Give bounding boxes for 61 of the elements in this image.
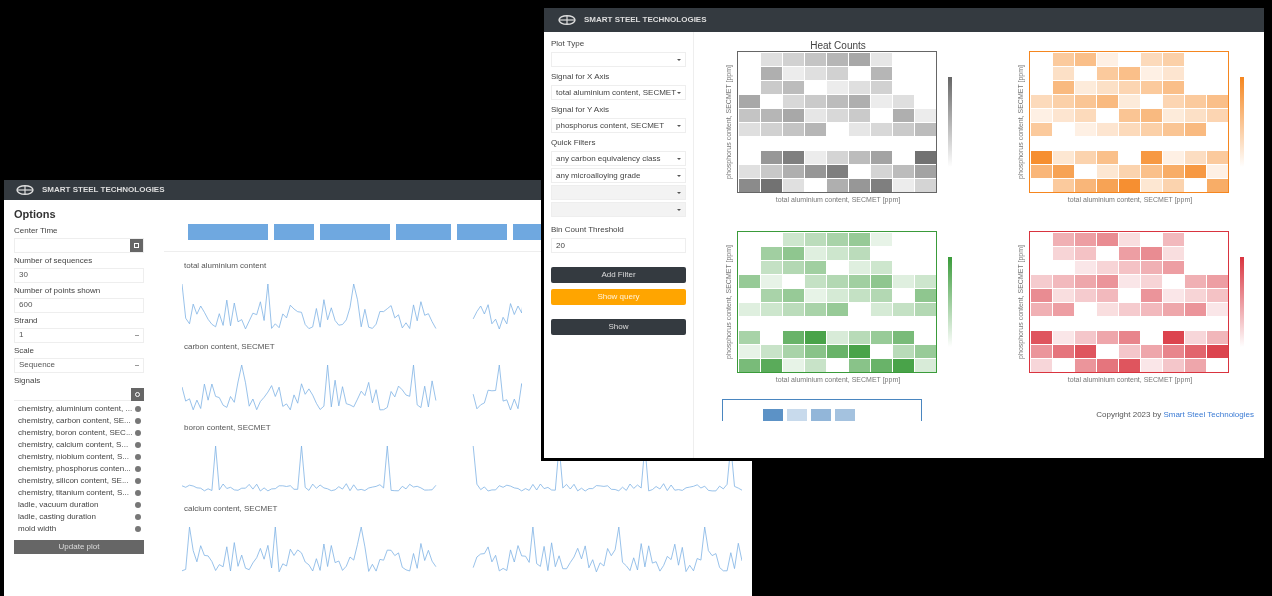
signal-item[interactable]: ladle, vacuum duration (14, 498, 144, 511)
heatmap-cell (811, 409, 831, 421)
input-field[interactable]: 1 (14, 327, 144, 343)
input-field[interactable]: 20 (551, 238, 686, 253)
signal-item[interactable]: mold width (14, 522, 144, 535)
heatmap-cell (787, 409, 807, 421)
action-button[interactable]: Add Filter (551, 267, 686, 283)
caret-icon (677, 157, 681, 160)
chart-title: total aluminium content (184, 260, 267, 272)
signal-item[interactable]: chemistry, aluminium content, ... (14, 402, 144, 415)
field-label: Signals (14, 375, 42, 386)
copyright-text: Copyright 2023 by Smart Steel Technologies (1096, 409, 1254, 421)
input-field[interactable] (14, 237, 144, 253)
signal-item[interactable]: chemistry, carbon content, SE... (14, 414, 144, 427)
input-field[interactable]: 30 (14, 267, 144, 283)
settings-icon[interactable] (131, 387, 144, 401)
caret-icon (677, 208, 681, 211)
caret-icon (677, 124, 681, 127)
signal-item[interactable]: chemistry, niobium content, S... (14, 450, 144, 463)
select-field[interactable] (551, 52, 686, 67)
brand-name: SMART STEEL TECHNOLOGIES (42, 184, 165, 196)
logo-icon (16, 185, 34, 195)
input-field[interactable]: Sequence (14, 357, 144, 373)
company-link[interactable]: Smart Steel Technologies (1163, 410, 1254, 419)
field-label: Number of points shown (14, 285, 102, 296)
chart-title: Heat Counts (810, 39, 866, 51)
field-label: Strand (14, 315, 39, 326)
calendar-icon[interactable] (130, 238, 143, 252)
brand-name: SMART STEEL TECHNOLOGIES (584, 14, 707, 26)
field-label: Signal for Y Axis (551, 104, 610, 116)
heatmap-cell (763, 409, 783, 421)
chart-title: calcium content, SECMET (184, 503, 278, 515)
select-field[interactable]: total aluminium content, SECMET (551, 85, 686, 100)
signal-item[interactable]: ladle, casting duration (14, 510, 144, 523)
signal-item[interactable]: chemistry, calcium content, S... (14, 438, 144, 451)
caret-icon (677, 91, 681, 94)
field-label: Plot Type (551, 38, 586, 50)
signal-item[interactable]: chemistry, silicon content, SE... (14, 474, 144, 487)
caret-icon (677, 174, 681, 177)
field-label: Scale (14, 345, 35, 356)
chart-title: boron content, SECMET (184, 422, 271, 434)
logo-icon (558, 15, 576, 25)
input-field[interactable]: 600 (14, 297, 144, 313)
field-label: Quick Filters (551, 137, 597, 149)
field-label: Center Time (14, 225, 59, 236)
select-field[interactable]: any microalloying grade (551, 168, 686, 183)
signal-item[interactable]: chemistry, titanium content, S... (14, 486, 144, 499)
field-label: Bin Count Threshold (551, 224, 625, 236)
field-label: Number of sequences (14, 255, 94, 266)
signal-item[interactable]: chemistry, phosphorus conten... (14, 462, 144, 475)
select-field[interactable]: phosphorus content, SECMET (551, 118, 686, 133)
field-label: Signal for X Axis (551, 71, 611, 83)
caret-icon (677, 191, 681, 194)
select-field[interactable]: any carbon equivalency class (551, 151, 686, 166)
heatmap-cell (835, 409, 855, 421)
sidebar-title: Options (14, 207, 57, 222)
caret-icon (677, 58, 681, 61)
chart-title: carbon content, SECMET (184, 341, 275, 353)
signal-item[interactable]: chemistry, boron content, SEC... (14, 426, 144, 439)
action-button[interactable]: Show (551, 319, 686, 335)
update-button[interactable]: Update plot (14, 539, 144, 554)
